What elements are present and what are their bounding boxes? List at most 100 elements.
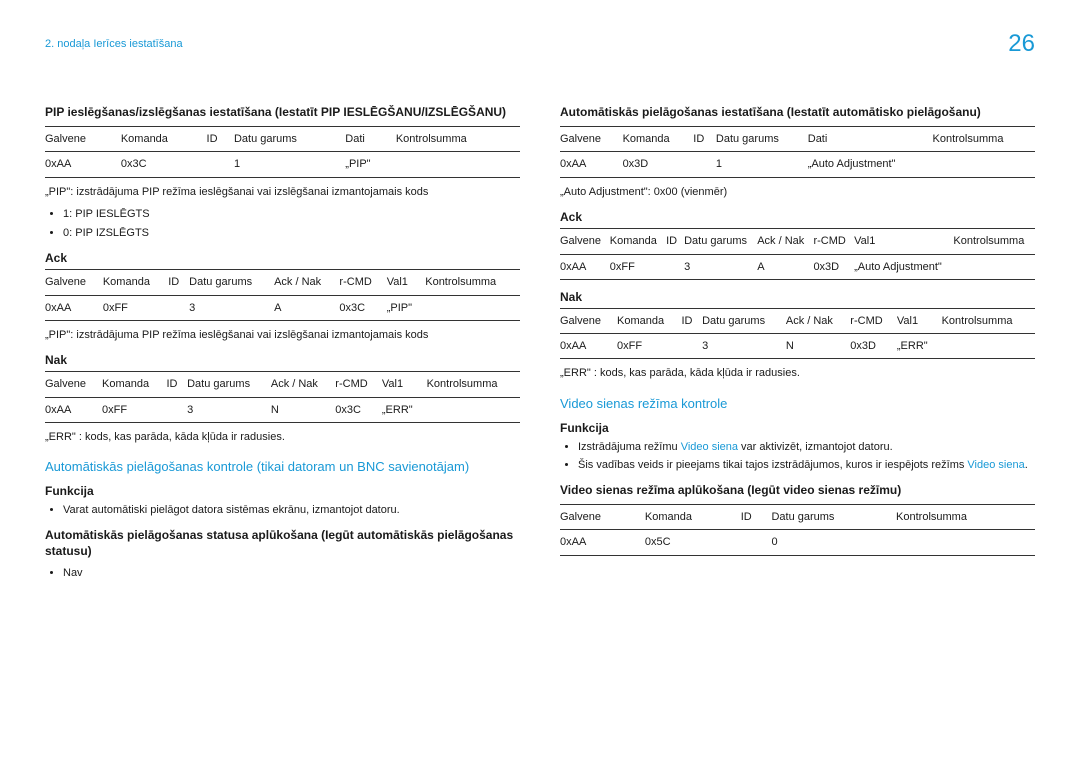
col-header: ID xyxy=(693,127,716,152)
col-header: Kontrolsumma xyxy=(427,372,520,397)
cell: 1 xyxy=(234,152,345,177)
col-header: Datu garums xyxy=(187,372,271,397)
col-header: r-CMD xyxy=(339,270,386,295)
pip-nak-table: Galvene Komanda ID Datu garums Ack / Nak… xyxy=(45,371,520,423)
auto-adjust-ack-table: Galvene Komanda ID Datu garums Ack / Nak… xyxy=(560,228,1035,280)
text: Šis vadības veids ir pieejams tikai tajo… xyxy=(578,459,967,471)
auto-adjust-table: Galvene Komanda ID Datu garums Dati Kont… xyxy=(560,126,1035,178)
err-note: „ERR" : kods, kas parāda, kāda kļūda ir … xyxy=(45,429,520,446)
page-number: 26 xyxy=(1008,30,1035,58)
col-header: Datu garums xyxy=(716,127,808,152)
list-item: Šis vadības veids ir pieejams tikai tajo… xyxy=(578,457,1035,474)
cell: 0xAA xyxy=(45,152,121,177)
col-header: r-CMD xyxy=(335,372,382,397)
cell: „PIP" xyxy=(345,152,396,177)
cell: A xyxy=(757,254,813,279)
cell: 3 xyxy=(187,397,271,422)
cell xyxy=(396,152,520,177)
cell xyxy=(425,295,520,320)
pip-ack-table: Galvene Komanda ID Datu garums Ack / Nak… xyxy=(45,269,520,321)
nak-heading: Nak xyxy=(560,290,1035,304)
cell: 0x3C xyxy=(335,397,382,422)
cell: 0x3D xyxy=(623,152,694,177)
text: . xyxy=(1025,459,1028,471)
col-header: Kontrolsumma xyxy=(896,505,1035,530)
list-item: 1: PIP IESLĒGTS xyxy=(63,206,520,223)
table-row: 0xAA 0xFF 3 A 0x3C „PIP" xyxy=(45,295,520,320)
cell: 3 xyxy=(189,295,274,320)
col-header: Galvene xyxy=(45,127,121,152)
auto-adjust-nak-table: Galvene Komanda ID Datu garums Ack / Nak… xyxy=(560,308,1035,360)
cell: 0x3D xyxy=(850,334,897,359)
col-header: Ack / Nak xyxy=(786,308,850,333)
table-row: 0xAA 0x5C 0 xyxy=(560,530,1035,555)
cell: „ERR" xyxy=(897,334,942,359)
col-header: Kontrolsumma xyxy=(933,127,1035,152)
col-header: r-CMD xyxy=(813,229,854,254)
col-header: ID xyxy=(168,270,189,295)
cell: N xyxy=(271,397,335,422)
cell: 0xAA xyxy=(45,295,103,320)
col-header: Val1 xyxy=(897,308,942,333)
cell xyxy=(693,152,716,177)
table-row: 0xAA 0xFF 3 N 0x3D „ERR" xyxy=(560,334,1035,359)
col-header: ID xyxy=(681,308,702,333)
col-header: Ack / Nak xyxy=(271,372,335,397)
cell: „Auto Adjustment" xyxy=(808,152,933,177)
list-item: Izstrādājuma režīmu Video siena var akti… xyxy=(578,439,1035,456)
video-siena-link: Video siena xyxy=(681,441,738,453)
funkcija-heading: Funkcija xyxy=(560,421,1035,435)
col-header: Komanda xyxy=(103,270,168,295)
video-wall-control-heading: Video sienas režīma kontrole xyxy=(560,396,1035,411)
table-row: 0xAA 0x3C 1 „PIP" xyxy=(45,152,520,177)
cell: 0xFF xyxy=(102,397,166,422)
cell xyxy=(741,530,772,555)
col-header: Komanda xyxy=(617,308,681,333)
err-note: „ERR" : kods, kas parāda, kāda kļūda ir … xyxy=(560,365,1035,382)
two-column-layout: PIP ieslēgšanas/izslēgšanas iestatīšana … xyxy=(45,98,1035,590)
cell: „Auto Adjustment" xyxy=(854,254,953,279)
col-header: Ack / Nak xyxy=(757,229,813,254)
col-header: Ack / Nak xyxy=(274,270,339,295)
col-header: ID xyxy=(166,372,187,397)
cell: 0xAA xyxy=(560,152,623,177)
col-header: Komanda xyxy=(623,127,694,152)
col-header: Kontrolsumma xyxy=(953,229,1035,254)
col-header: Komanda xyxy=(121,127,207,152)
col-header: Dati xyxy=(808,127,933,152)
cell xyxy=(166,397,187,422)
auto-adjust-control-heading: Automātiskās pielāgošanas kontrole (tika… xyxy=(45,459,520,474)
funkcija-list: Varat automātiski pielāgot datora sistēm… xyxy=(45,502,520,519)
cell: 0xAA xyxy=(560,530,645,555)
cell: 0xAA xyxy=(560,254,610,279)
pip-set-table: Galvene Komanda ID Datu garums Dati Kont… xyxy=(45,126,520,178)
breadcrumb: 2. nodaļa Ierīces iestatīšana xyxy=(45,38,183,50)
col-header: Galvene xyxy=(45,270,103,295)
cell xyxy=(953,254,1035,279)
text: var aktivizēt, izmantojot datoru. xyxy=(738,441,893,453)
cell xyxy=(896,530,1035,555)
video-siena-link: Video siena xyxy=(967,459,1024,471)
cell: 0xFF xyxy=(617,334,681,359)
col-header: Dati xyxy=(345,127,396,152)
col-header: Komanda xyxy=(610,229,666,254)
col-header: Kontrolsumma xyxy=(942,308,1035,333)
col-header: Val1 xyxy=(854,229,953,254)
cell: 0xAA xyxy=(560,334,617,359)
cell xyxy=(681,334,702,359)
list-item: Varat automātiski pielāgot datora sistēm… xyxy=(63,502,520,519)
cell xyxy=(427,397,520,422)
col-header: Galvene xyxy=(560,127,623,152)
col-header: Komanda xyxy=(645,505,741,530)
video-wall-function-list: Izstrādājuma režīmu Video siena var akti… xyxy=(560,439,1035,474)
col-header: Galvene xyxy=(560,229,610,254)
cell xyxy=(168,295,189,320)
cell: 0x5C xyxy=(645,530,741,555)
col-header: Val1 xyxy=(382,372,427,397)
col-header: ID xyxy=(207,127,234,152)
video-wall-view-heading: Video sienas režīma aplūkošana (Iegūt vi… xyxy=(560,482,1035,498)
cell: 0x3C xyxy=(339,295,386,320)
auto-adjust-note: „Auto Adjustment": 0x00 (vienmēr) xyxy=(560,184,1035,201)
list-item: 0: PIP IZSLĒGTS xyxy=(63,225,520,242)
cell: 0x3D xyxy=(813,254,854,279)
